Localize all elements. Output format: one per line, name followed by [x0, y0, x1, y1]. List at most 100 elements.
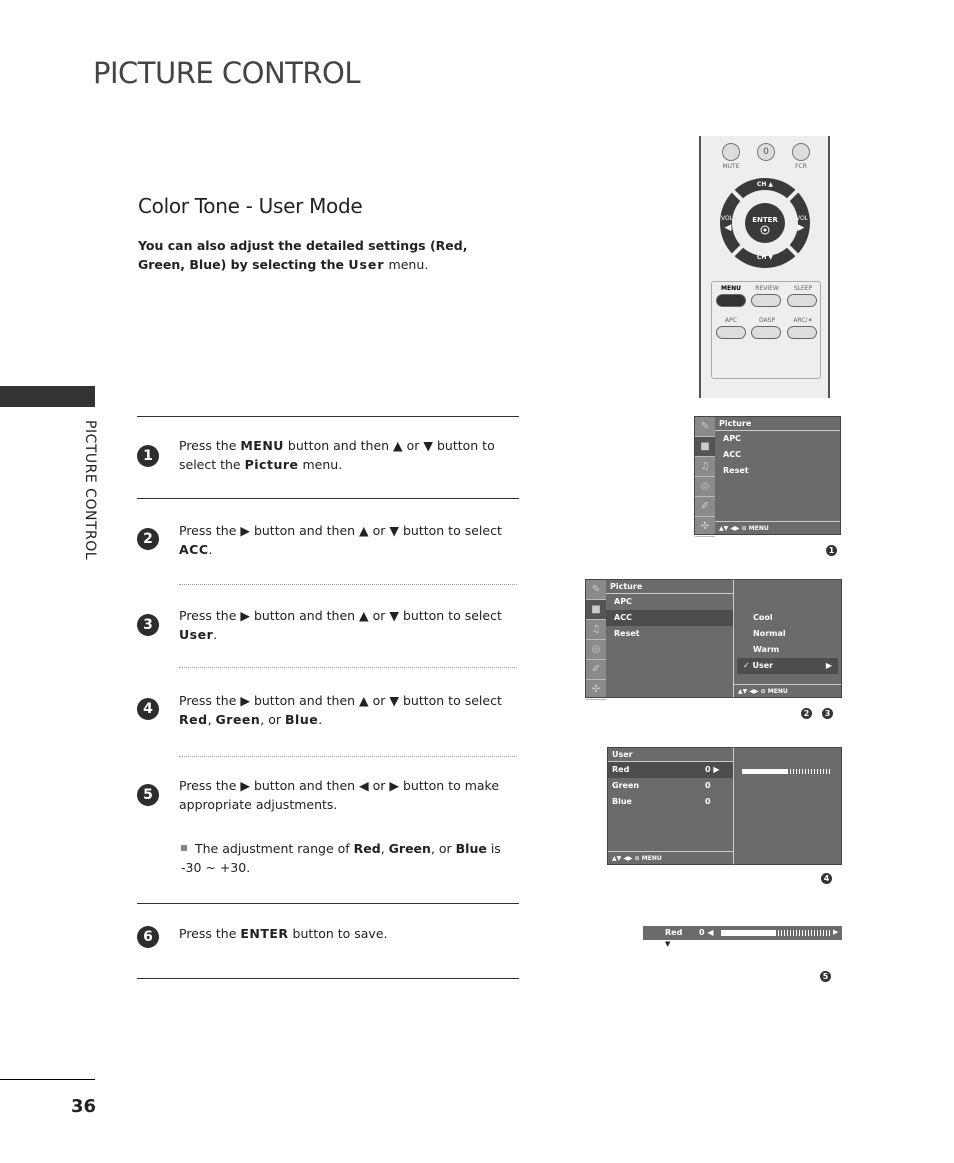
osd-footer: ▲▼ ◀▶ ⊙ MENU — [608, 851, 733, 864]
menu-button[interactable] — [716, 294, 746, 307]
picture-icon[interactable]: ■ — [586, 600, 606, 620]
osd-item-apc[interactable]: APC — [715, 431, 840, 447]
vol-right-button[interactable]: VOL — [795, 215, 809, 222]
page-title: PICTURE CONTROL — [93, 56, 361, 90]
osd-row-green[interactable]: Green 0 — [608, 778, 733, 794]
osd-icon-bar: ✎ ■ ♫ ◎ ✐ ✣ — [586, 580, 606, 700]
vol-right-arrow-icon: ▶ — [797, 223, 805, 233]
osd-row-red[interactable]: Red 0 ▶ — [608, 762, 733, 778]
review-label: REVIEW — [755, 285, 779, 292]
option-icon[interactable]: ✐ — [695, 497, 715, 517]
slider-fill — [742, 769, 787, 774]
arc-button[interactable] — [787, 326, 817, 339]
osd-red-adjust-bar: Red 0 ◀ ▶ — [643, 926, 842, 940]
step-number: 6 — [137, 926, 159, 948]
mute-button[interactable] — [722, 143, 740, 161]
osd-item-acc[interactable]: ACC — [606, 610, 734, 626]
mute-label: MUTE — [722, 163, 740, 170]
osd-user-slider-panel — [733, 747, 842, 865]
figure-badge: 4 — [821, 873, 832, 884]
check-icon: ✓ — [743, 661, 753, 670]
antenna-icon[interactable]: ✎ — [695, 417, 715, 437]
time-icon[interactable]: ◎ — [695, 477, 715, 497]
apc-button[interactable] — [716, 326, 746, 339]
review-button[interactable] — [751, 294, 781, 307]
divider — [137, 498, 519, 499]
remote-control: 0 MUTE FCR CH ▲ CH ▼ VOL VOL ◀ ▶ ENTER M… — [699, 136, 830, 398]
step-number: 1 — [137, 445, 159, 467]
osd-item-apc[interactable]: APC — [606, 594, 734, 610]
vol-left-arrow-icon: ◀ — [724, 223, 732, 233]
dotted-divider — [179, 584, 517, 585]
step-number: 5 — [137, 784, 159, 806]
menu-label: MENU — [721, 285, 741, 292]
osd-picture-menu: ✎ ■ ♫ ◎ ✐ ✣ Picture APC ACC Reset ▲▼ ◀▶ … — [694, 416, 841, 537]
osd-picture-menu-acc: ✎ ■ ♫ ◎ ✐ ✣ Picture APC ACC Reset — [585, 579, 735, 700]
apc-label: APC — [725, 317, 737, 324]
zero-button[interactable]: 0 — [757, 143, 775, 161]
bullet-icon — [181, 845, 187, 851]
osd-title: Picture — [606, 580, 734, 594]
step-number: 2 — [137, 528, 159, 550]
option-icon[interactable]: ✐ — [586, 660, 606, 680]
dasp-button[interactable] — [751, 326, 781, 339]
divider — [137, 903, 519, 904]
arrow-right-icon: ▶ — [833, 928, 839, 936]
osd-sub-user[interactable]: ✓ User ▶ — [737, 658, 838, 674]
osd-acc-submenu: Cool Normal Warm ✓ User ▶ ▲▼ ◀▶ ⊙ MENU — [733, 579, 842, 698]
ch-down-button[interactable]: CH ▼ — [747, 254, 783, 261]
sleep-label: SLEEP — [793, 285, 813, 292]
osd-row-blue[interactable]: Blue 0 — [608, 794, 733, 810]
osd-icon-bar: ✎ ■ ♫ ◎ ✐ ✣ — [695, 417, 715, 537]
arc-label: ARC/✶ — [793, 317, 813, 324]
figure-badge: 3 — [822, 708, 833, 719]
slider-track[interactable] — [742, 769, 832, 774]
slider-fill — [721, 930, 776, 936]
antenna-icon[interactable]: ✎ — [586, 580, 606, 600]
side-section-label: PICTURE CONTROL — [82, 420, 98, 561]
page-number: 36 — [71, 1096, 97, 1117]
osd-footer: ▲▼ ◀▶ ⊙ MENU — [734, 684, 841, 697]
figure-badge: 1 — [826, 545, 837, 556]
dotted-divider — [179, 667, 517, 668]
osd-sub-warm[interactable]: Warm — [734, 642, 841, 658]
step-5-text: Press the ▶ button and then ◀ or ▶ butto… — [179, 778, 500, 812]
osd-user-menu: User Red 0 ▶ Green 0 Blue 0 ▲▼ ◀▶ ⊙ MENU — [607, 747, 734, 865]
dasp-label: DASP — [758, 317, 776, 324]
section-title: Color Tone - User Mode — [138, 194, 363, 218]
osd-footer: ▲▼ ◀▶ ⊙ MENU — [715, 521, 840, 534]
adjust-label: Red — [665, 928, 683, 937]
osd-sub-cool[interactable]: Cool — [734, 610, 841, 626]
vol-left-button[interactable]: VOL — [720, 215, 734, 222]
step-1-text: Press the MENU button and then ▲ or ▼ bu… — [179, 438, 495, 472]
step-3-text: Press the ▶ button and then ▲ or ▼ butto… — [179, 608, 502, 642]
picture-icon[interactable]: ■ — [695, 437, 715, 457]
side-tab — [0, 386, 95, 407]
range-note: The adjustment range of Red, Green, or B… — [181, 841, 501, 875]
osd-item-reset[interactable]: Reset — [606, 626, 734, 642]
osd-item-acc[interactable]: ACC — [715, 447, 840, 463]
sound-icon[interactable]: ♫ — [586, 620, 606, 640]
page-rule — [0, 1079, 95, 1080]
pointer-down-icon: ▼ — [665, 940, 671, 948]
osd-item-reset[interactable]: Reset — [715, 463, 840, 479]
dotted-divider — [179, 756, 517, 757]
arrow-right-icon: ▶ — [825, 661, 832, 670]
sound-icon[interactable]: ♫ — [695, 457, 715, 477]
time-icon[interactable]: ◎ — [586, 640, 606, 660]
figure-badge: 5 — [820, 971, 831, 982]
intro-text: You can also adjust the detailed setting… — [138, 238, 468, 272]
screen-icon[interactable]: ✣ — [695, 517, 715, 537]
fcr-button[interactable] — [792, 143, 810, 161]
screen-icon[interactable]: ✣ — [586, 680, 606, 700]
sleep-button[interactable] — [787, 294, 817, 307]
ch-up-button[interactable]: CH ▲ — [747, 181, 783, 188]
fcr-label: FCR — [795, 163, 807, 170]
enter-button[interactable]: ENTER — [747, 216, 783, 224]
button-panel: MENU REVIEW SLEEP APC DASP ARC/✶ — [711, 281, 821, 379]
step-6-text: Press the ENTER button to save. — [179, 926, 388, 941]
adjust-slider[interactable] — [721, 930, 831, 936]
step-number: 4 — [137, 698, 159, 720]
osd-sub-normal[interactable]: Normal — [734, 626, 841, 642]
divider — [137, 978, 519, 979]
